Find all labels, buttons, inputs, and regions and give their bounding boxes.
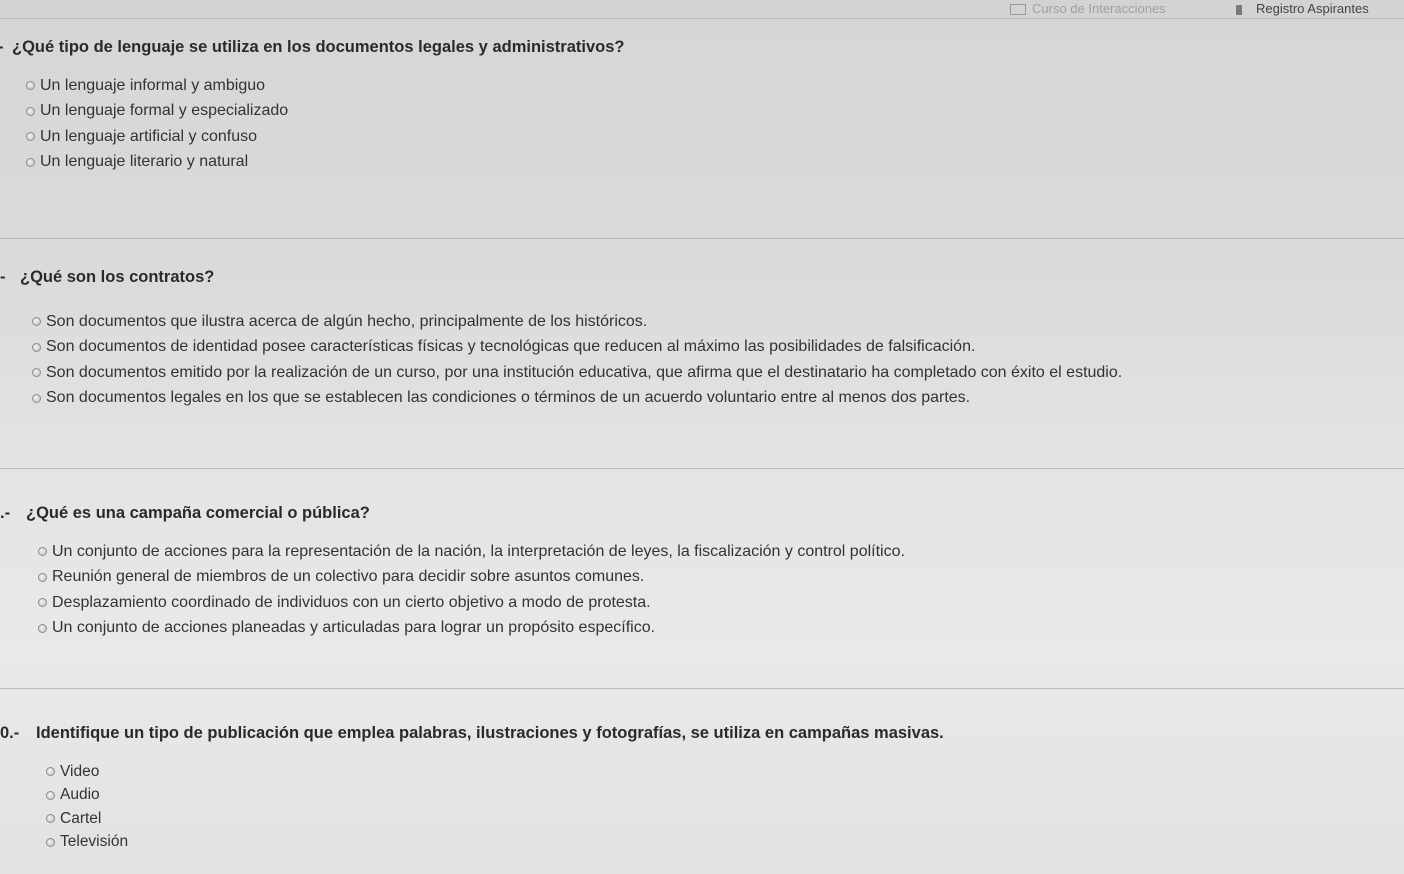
answer-options: Son documentos que ilustra acerca de alg… (32, 309, 1122, 411)
question-title: ¿Qué son los contratos? (20, 268, 215, 286)
question-number: - (0, 268, 6, 286)
answer-option[interactable]: Un lenguaje literario y natural (26, 150, 288, 176)
answer-label: Son documentos legales en los que se est… (46, 389, 971, 407)
radio-button[interactable] (38, 572, 47, 582)
answer-option[interactable]: Son documentos de identidad posee caract… (32, 335, 1122, 361)
answer-label: Desplazamiento coordinado de individuos … (52, 593, 651, 611)
answer-label: Son documentos emitido por la realizació… (46, 363, 1123, 381)
radio-button[interactable] (46, 837, 55, 847)
browser-tab-curso[interactable]: Curso de Interacciones (1010, 1, 1166, 16)
radio-button[interactable] (32, 342, 41, 352)
browser-tab-registro[interactable]: Registro Aspirantes (1236, 1, 1369, 16)
radio-button[interactable] (46, 767, 55, 777)
answer-label: Un lenguaje informal y ambiguo (40, 76, 266, 94)
question-number: - (0, 38, 4, 57)
question-title: ¿Qué tipo de lenguaje se utiliza en los … (12, 38, 625, 56)
answer-option[interactable]: Son documentos que ilustra acerca de alg… (32, 309, 1122, 335)
answer-option[interactable]: Audio (46, 784, 128, 808)
question-divider (0, 468, 1404, 469)
answer-option[interactable]: Un lenguaje artificial y confuso (26, 124, 288, 150)
answer-label: Televisión (60, 833, 129, 851)
answer-option[interactable]: Cartel (46, 807, 128, 831)
answer-label: Reunión general de miembros de un colect… (52, 568, 645, 586)
browser-tab-label: Registro Aspirantes (1256, 1, 1369, 16)
answer-option[interactable]: Son documentos legales en los que se est… (32, 386, 1122, 412)
radio-button[interactable] (26, 106, 35, 116)
question-number: .- (0, 504, 11, 522)
answer-options: Un conjunto de acciones para la represen… (38, 539, 905, 641)
answer-label: Un lenguaje literario y natural (40, 153, 249, 171)
radio-button[interactable] (32, 393, 41, 403)
radio-button[interactable] (26, 157, 35, 167)
question-divider (0, 688, 1404, 689)
bookmark-icon (1236, 4, 1242, 15)
page-icon (1010, 4, 1026, 16)
answer-label: Un conjunto de acciones para la represen… (52, 542, 905, 560)
radio-button[interactable] (38, 547, 47, 557)
answer-label: Un conjunto de acciones planeadas y arti… (52, 619, 656, 637)
radio-button[interactable] (46, 814, 55, 824)
answer-options: Video Audio Cartel Televisión (46, 760, 128, 854)
answer-label: Cartel (60, 809, 102, 827)
question-number: 0.- (0, 724, 20, 742)
answer-label: Un lenguaje formal y especializado (40, 102, 289, 120)
answer-option[interactable]: Un lenguaje informal y ambiguo (26, 73, 288, 99)
radio-button[interactable] (32, 317, 41, 327)
answer-label: Audio (60, 786, 100, 804)
radio-button[interactable] (32, 368, 41, 378)
answer-option[interactable]: Un conjunto de acciones para la represen… (38, 539, 905, 565)
answer-option[interactable]: Televisión (46, 831, 128, 855)
answer-option[interactable]: Desplazamiento coordinado de individuos … (38, 590, 905, 616)
radio-button[interactable] (26, 81, 35, 91)
answer-label: Son documentos que ilustra acerca de alg… (46, 312, 648, 330)
answer-options: Un lenguaje informal y ambiguo Un lengua… (26, 73, 288, 175)
answer-label: Video (60, 762, 100, 780)
browser-tab-bar: Curso de Interacciones Registro Aspirant… (0, 0, 1404, 19)
answer-option[interactable]: Reunión general de miembros de un colect… (38, 565, 905, 591)
answer-option[interactable]: Son documentos emitido por la realizació… (32, 360, 1122, 386)
browser-tab-label: Curso de Interacciones (1032, 1, 1166, 16)
radio-button[interactable] (26, 132, 35, 142)
answer-option[interactable]: Un lenguaje formal y especializado (26, 99, 288, 125)
answer-option[interactable]: Un conjunto de acciones planeadas y arti… (38, 616, 905, 642)
question-title: Identifique un tipo de publicación que e… (36, 724, 944, 742)
answer-label: Son documentos de identidad posee caract… (46, 338, 976, 356)
question-title: ¿Qué es una campaña comercial o pública? (26, 504, 370, 522)
radio-button[interactable] (38, 623, 47, 633)
answer-option[interactable]: Video (46, 760, 128, 784)
radio-button[interactable] (38, 598, 47, 608)
question-divider (0, 238, 1404, 239)
radio-button[interactable] (46, 790, 55, 800)
answer-label: Un lenguaje artificial y confuso (40, 127, 258, 145)
